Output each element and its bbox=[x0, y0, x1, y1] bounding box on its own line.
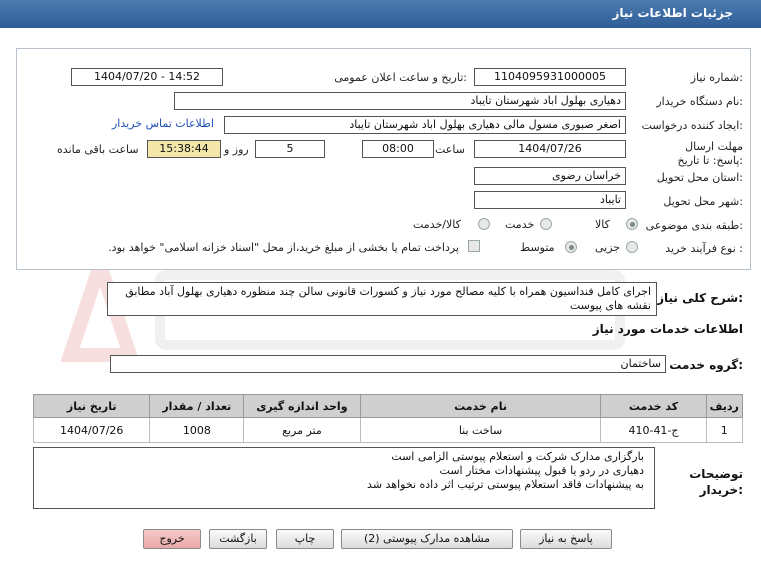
col-quantity: تعداد / مقدار bbox=[149, 394, 245, 418]
buyer-contact-link[interactable]: اطلاعات تماس خریدار bbox=[112, 117, 214, 130]
province-field: خراسان رضوی bbox=[474, 167, 626, 185]
treasury-payment-note: پرداخت تمام یا بخشی از مبلغ خرید،از محل … bbox=[108, 241, 459, 254]
category-option-goods-service: کالا/خدمت bbox=[413, 218, 461, 231]
reply-button[interactable]: پاسخ به نیاز bbox=[520, 529, 612, 549]
category-radio-goods-service[interactable] bbox=[478, 218, 490, 230]
col-service-code: کد خدمت bbox=[600, 394, 707, 418]
services-table: تاریخ نیاز تعداد / مقدار واحد اندازه گیر… bbox=[32, 394, 744, 443]
category-option-service: خدمت bbox=[505, 218, 535, 231]
need-number-field: 1104095931000005 bbox=[474, 68, 626, 86]
remaining-time-field: 15:38:44 bbox=[147, 140, 221, 158]
city-field: تایباد bbox=[474, 191, 626, 209]
description-label: شرح کلی نیاز: bbox=[657, 291, 743, 305]
requester-label: ایجاد کننده درخواست: bbox=[641, 119, 743, 132]
services-section-title: اطلاعات خدمات مورد نیاز bbox=[592, 322, 743, 336]
process-type-label: نوع فرآیند خرید : bbox=[665, 242, 743, 255]
col-row: ردیف bbox=[705, 394, 744, 418]
back-button[interactable]: بازگشت bbox=[209, 529, 267, 549]
process-radio-minor[interactable] bbox=[626, 241, 638, 253]
requester-field: اصغر صبوری مسول مالی دهیاری بهلول اباد ش… bbox=[224, 116, 626, 134]
col-need-date: تاریخ نیاز bbox=[32, 394, 151, 418]
page-title: جزئیات اطلاعات نیاز bbox=[612, 6, 733, 20]
print-button[interactable]: چاپ bbox=[276, 529, 334, 549]
col-service-name: نام خدمت bbox=[359, 394, 602, 418]
buyer-notes-label: توضیحات خریدار: bbox=[689, 467, 743, 497]
title-bar: جزئیات اطلاعات نیاز bbox=[0, 0, 761, 28]
description-text: اجرای کامل فنداسیون همراه با کلیه مصالح … bbox=[107, 282, 657, 316]
table-row: 1404/07/26 1008 متر مربع ساخت بنا ج-41-4… bbox=[32, 417, 744, 443]
deadline-time-label: ساعت bbox=[435, 143, 465, 156]
category-option-goods: کالا bbox=[595, 218, 610, 231]
process-option-minor: جزیی bbox=[595, 241, 621, 254]
buyer-notes-box: بارگزاری مدارک شرکت و استعلام پیوستی الز… bbox=[33, 447, 655, 509]
announce-date-field: 1404/07/20 - 14:52 bbox=[71, 68, 223, 86]
table-header-row: تاریخ نیاز تعداد / مقدار واحد اندازه گیر… bbox=[32, 394, 744, 418]
exit-button[interactable]: خروج bbox=[143, 529, 201, 549]
days-remaining-field: 5 bbox=[255, 140, 325, 158]
cell-row: 1 bbox=[705, 417, 744, 443]
deadline-label: مهلت ارسال پاسخ: تا تاریخ: bbox=[677, 140, 743, 167]
category-label: طبقه بندی موضوعی: bbox=[645, 219, 743, 232]
remaining-time-label: ساعت باقی مانده bbox=[57, 143, 139, 156]
col-unit: واحد اندازه گیری bbox=[243, 394, 361, 418]
cell-service-code: ج-41-410 bbox=[600, 417, 707, 443]
buyer-org-field: دهیاری بهلول اباد شهرستان تایباد bbox=[174, 92, 626, 110]
buyer-note-line: دهیاری در ردو یا قبول پیشنهادات مختار اس… bbox=[439, 464, 644, 477]
cell-service-name: ساخت بنا bbox=[359, 417, 602, 443]
treasury-payment-checkbox[interactable] bbox=[468, 240, 480, 252]
service-group-label: گروه خدمت: bbox=[669, 358, 743, 372]
days-label: روز و bbox=[224, 143, 249, 156]
buyer-note-line: به پیشنهادات فاقد استعلام پیوستی ترتیب ا… bbox=[367, 478, 644, 491]
buyer-org-label: نام دستگاه خریدار: bbox=[656, 95, 743, 108]
city-label: شهر محل تحویل: bbox=[663, 195, 743, 208]
deadline-date-field: 1404/07/26 bbox=[474, 140, 626, 158]
cell-need-date: 1404/07/26 bbox=[32, 417, 151, 443]
cell-quantity: 1008 bbox=[149, 417, 245, 443]
province-label: استان محل تحویل: bbox=[656, 171, 743, 184]
process-radio-medium[interactable] bbox=[565, 241, 577, 253]
process-option-medium: متوسط bbox=[520, 241, 555, 254]
buyer-note-line: بارگزاری مدارک شرکت و استعلام پیوستی الز… bbox=[391, 450, 644, 463]
announce-date-label: تاریخ و ساعت اعلان عمومی: bbox=[334, 71, 467, 84]
deadline-time-field: 08:00 bbox=[362, 140, 434, 158]
need-number-label: شماره نیاز: bbox=[690, 71, 743, 84]
category-radio-service[interactable] bbox=[540, 218, 552, 230]
cell-unit: متر مربع bbox=[243, 417, 361, 443]
service-group-field: ساختمان bbox=[110, 355, 666, 373]
view-attachments-button[interactable]: مشاهده مدارک پیوستی (2) bbox=[341, 529, 513, 549]
category-radio-goods[interactable] bbox=[626, 218, 638, 230]
